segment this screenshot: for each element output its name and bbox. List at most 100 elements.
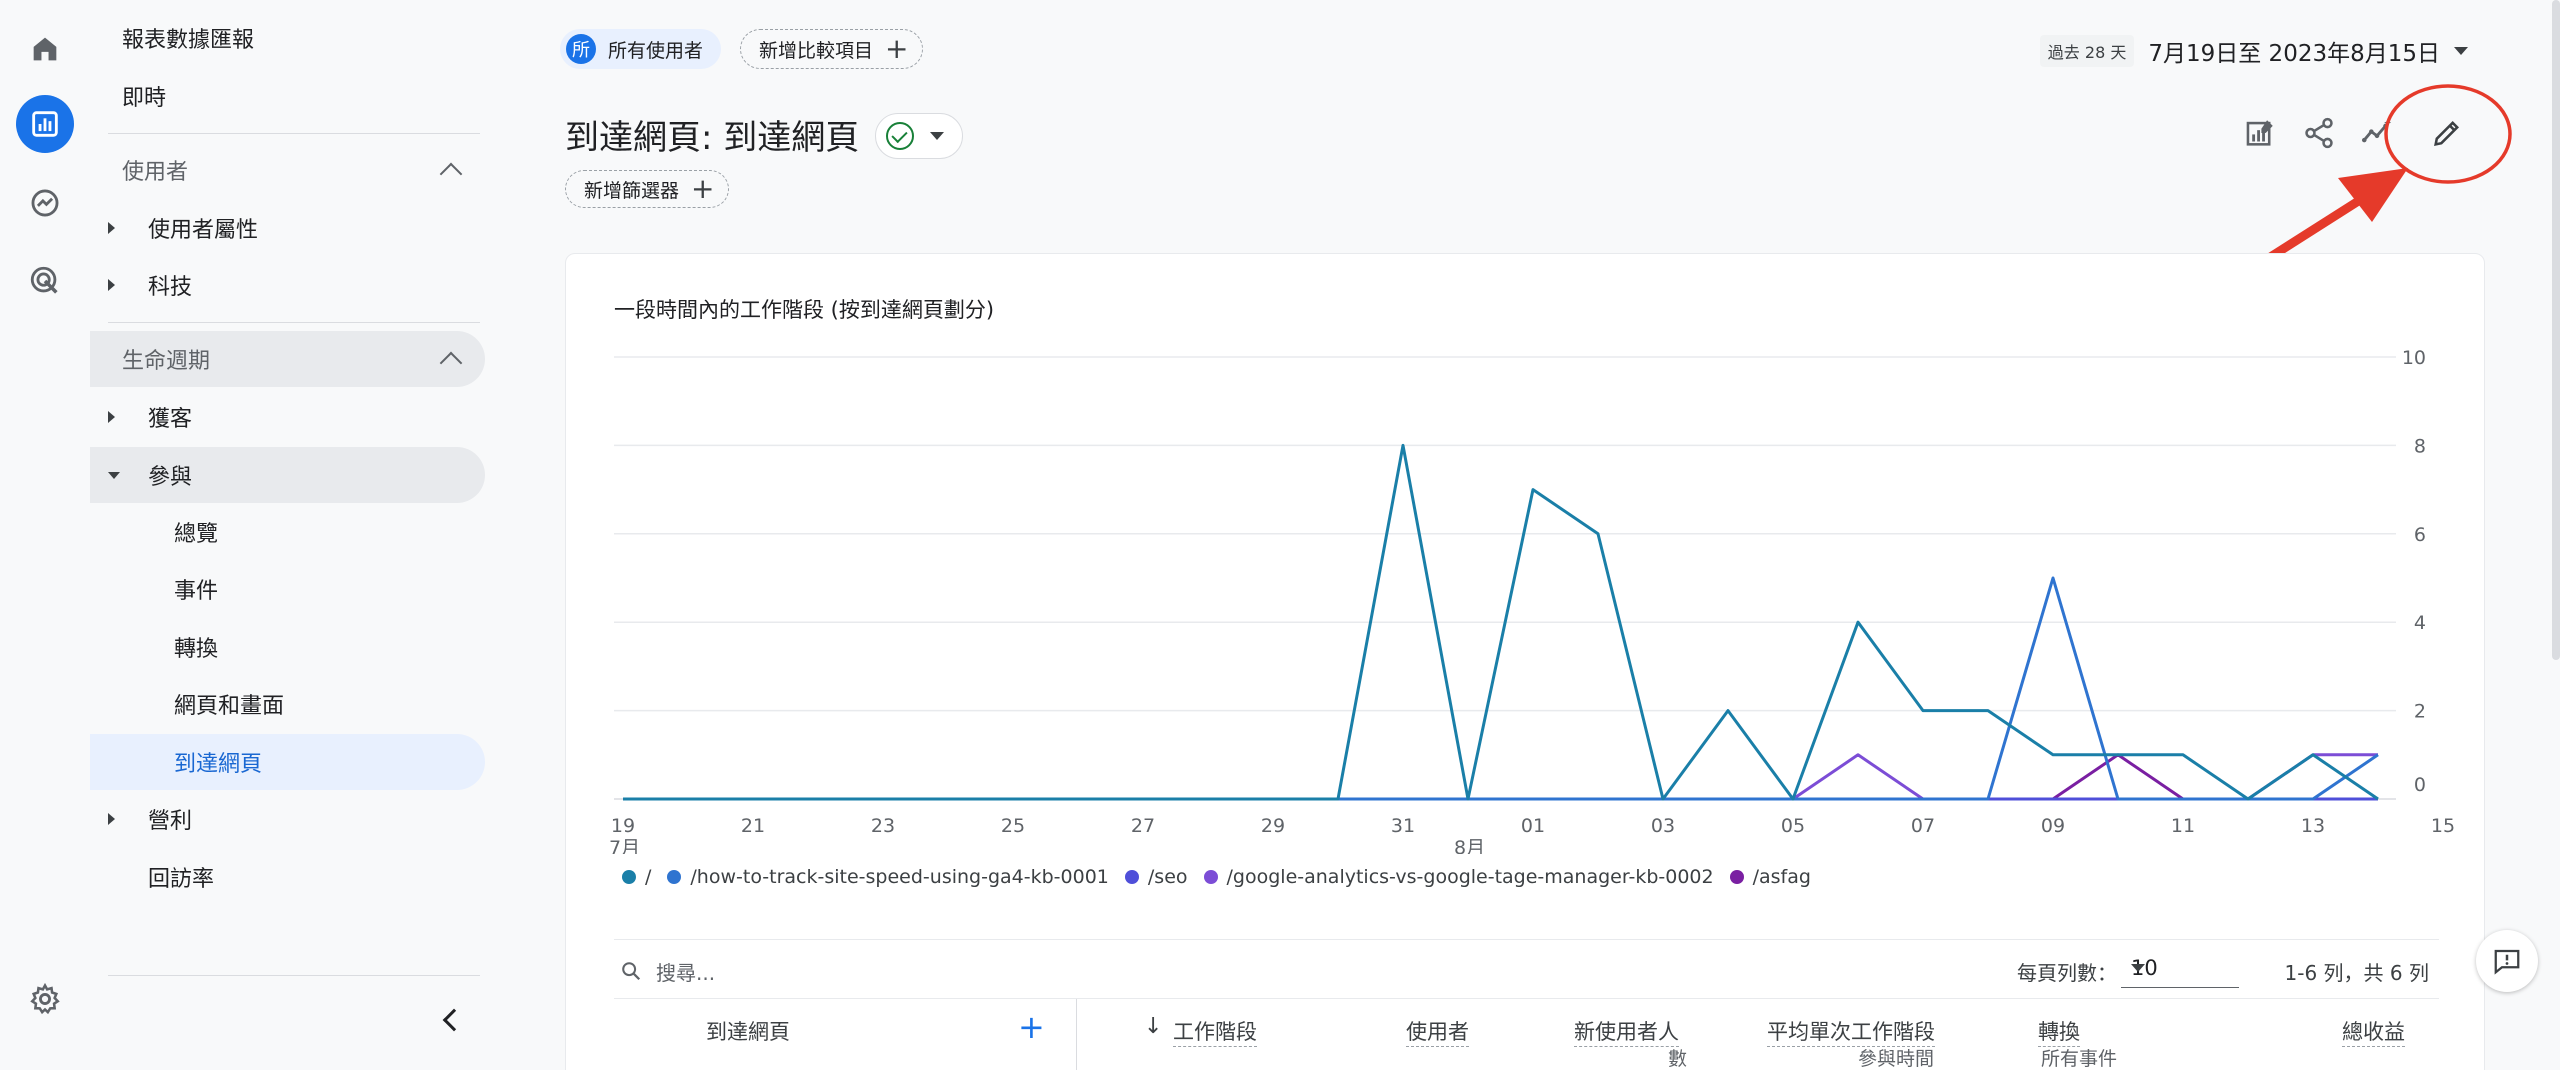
add-comparison-label: 新增比較項目 [759,39,874,62]
nav-landing-page[interactable]: 到達網頁 [90,734,485,790]
x-tick-label: 11 [2171,815,2195,837]
y-tick-label: 8 [2414,435,2426,457]
y-tick-label: 4 [2414,612,2426,634]
date-preset-badge: 過去 28 天 [2039,35,2135,67]
share-icon[interactable] [2298,112,2340,154]
y-tick-label: 2 [2414,701,2426,723]
nav-tech[interactable]: 科技 [90,257,485,313]
y-tick-label: 0 [2414,774,2426,796]
series-line[interactable] [623,576,2379,801]
nav-monetization[interactable]: 營利 [90,791,485,847]
col-header-conversions[interactable]: 轉換 [2038,1016,2080,1047]
segment-chip[interactable]: 所 所有使用者 [560,29,722,69]
col-header-avg-engagement-line2: 參與時間 [1858,1048,1935,1070]
nav-pages-screens[interactable]: 網頁和畫面 [90,676,485,732]
x-tick-label: 15 [2431,815,2455,837]
nav-report-snapshot[interactable]: 報表數據匯報 [90,10,485,66]
legend-color-dot [1203,870,1218,884]
edit-pencil-icon[interactable] [2426,112,2468,154]
column-divider [1076,999,1077,1070]
explore-icon[interactable] [16,174,74,232]
col-header-revenue[interactable]: 總收益 [2342,1016,2405,1047]
segment-label: 所有使用者 [608,39,704,62]
rows-per-page-select[interactable]: 10 [2121,950,2239,988]
x-tick-label: 09 [2041,815,2065,837]
date-range-picker[interactable]: 過去 28 天 7月19日至 2023年8月15日 [2039,34,2468,68]
collapse-nav-button[interactable] [430,1000,470,1040]
dropdown-caret-icon [2454,47,2468,55]
nav-section-lifecycle[interactable]: 生命週期 [90,331,485,387]
plus-icon: + [885,32,909,65]
check-circle-icon [886,122,914,150]
nav-conversions[interactable]: 轉換 [90,619,485,675]
legend-label: /google-analytics-vs-google-tage-manager… [1226,866,1714,888]
nav-events[interactable]: 事件 [90,561,485,617]
nav-divider [108,133,480,134]
nav-user-attributes[interactable]: 使用者屬性 [90,200,485,256]
chart-card: 一段時間內的工作階段 (按到達網頁劃分) 0 2 4 6 8 10 19 21 23 25 27 29… [565,253,2485,1070]
legend-color-dot [667,870,682,884]
col-header-avg-engagement[interactable]: 平均單次工作階段 [1767,1016,1935,1047]
pagination-range: 1-6 列，共 6 列 [2284,961,2429,985]
nav-retention[interactable]: 回訪率 [90,849,485,905]
nav-engagement-label: 參與 [148,465,193,490]
x-tick-label: 01 [1521,815,1545,837]
add-comparison-button[interactable]: 新增比較項目 + [740,29,924,69]
conversions-event-select[interactable]: 所有事件 [2041,1044,2117,1070]
advertising-icon[interactable] [16,252,74,310]
insights-icon[interactable] [2356,112,2398,154]
customize-report-icon[interactable] [2239,112,2281,154]
expand-arrow-icon [108,222,115,234]
nav-divider [108,322,480,323]
x-tick-label: 03 [1651,815,1675,837]
nav-user-attributes-label: 使用者屬性 [148,218,259,243]
nav-monetization-label: 營利 [148,809,193,834]
page-title: 到達網頁: 到達網頁 [565,118,860,158]
y-tick-label: 6 [2414,524,2426,546]
report-status-dropdown[interactable] [875,113,963,159]
col-header-users[interactable]: 使用者 [1406,1016,1469,1047]
x-month-label: 8月 [1454,837,1485,854]
col-header-landing-page[interactable]: 到達網頁 [706,1016,790,1046]
reports-nav: 報表數據匯報 即時 使用者 使用者屬性 科技 生命週期 獲客 參與 總覽 事件 … [90,0,490,1070]
legend-item[interactable]: / [622,866,651,888]
nav-overview[interactable]: 總覽 [90,504,485,560]
feedback-button[interactable] [2476,930,2538,992]
search-icon [622,962,641,981]
nav-acquisition-label: 獲客 [148,407,193,432]
nav-acquisition[interactable]: 獲客 [90,389,485,445]
segment-avatar: 所 [566,34,596,64]
legend-item[interactable]: /how-to-track-site-speed-using-ga4-kb-00… [667,866,1109,888]
legend-item[interactable]: /google-analytics-vs-google-tage-manager… [1203,866,1714,888]
home-icon[interactable] [16,20,74,78]
nav-engagement[interactable]: 參與 [90,447,485,503]
nav-section-lifecycle-label: 生命週期 [122,349,211,374]
expand-arrow-icon [108,279,115,291]
legend-label: / [645,866,652,888]
col-header-new-users-line2: 數 [1668,1048,1688,1070]
x-month-label: 7月 [609,837,640,854]
add-dimension-icon[interactable]: + [1018,1008,1045,1046]
col-header-new-users[interactable]: 新使用者人 [1574,1016,1679,1047]
legend-label: /how-to-track-site-speed-using-ga4-kb-00… [690,866,1109,888]
chevron-up-icon [439,162,463,186]
settings-icon[interactable] [16,970,74,1028]
date-range-text: 7月19日至 2023年8月15日 [2148,41,2440,67]
x-tick-label: 19 [611,815,635,837]
expand-arrow-icon [108,813,115,825]
reports-icon[interactable] [16,95,74,153]
legend-label: /asfag [1752,866,1811,888]
legend-item[interactable]: /seo [1124,866,1188,888]
add-filter-button[interactable]: 新增篩選器 + [565,170,730,208]
search-input[interactable]: 搜尋... [656,957,715,986]
page-scrollbar[interactable] [2552,0,2560,660]
legend-item[interactable]: /asfag [1729,866,1811,888]
dropdown-caret-icon [2131,964,2145,972]
icon-rail [0,0,90,1070]
nav-realtime[interactable]: 即時 [90,68,485,124]
legend-color-dot [1729,870,1744,884]
nav-section-users[interactable]: 使用者 [90,142,485,198]
nav-divider [108,975,480,976]
plus-icon: + [691,172,715,205]
col-header-sessions[interactable]: 工作階段 [1173,1016,1257,1047]
